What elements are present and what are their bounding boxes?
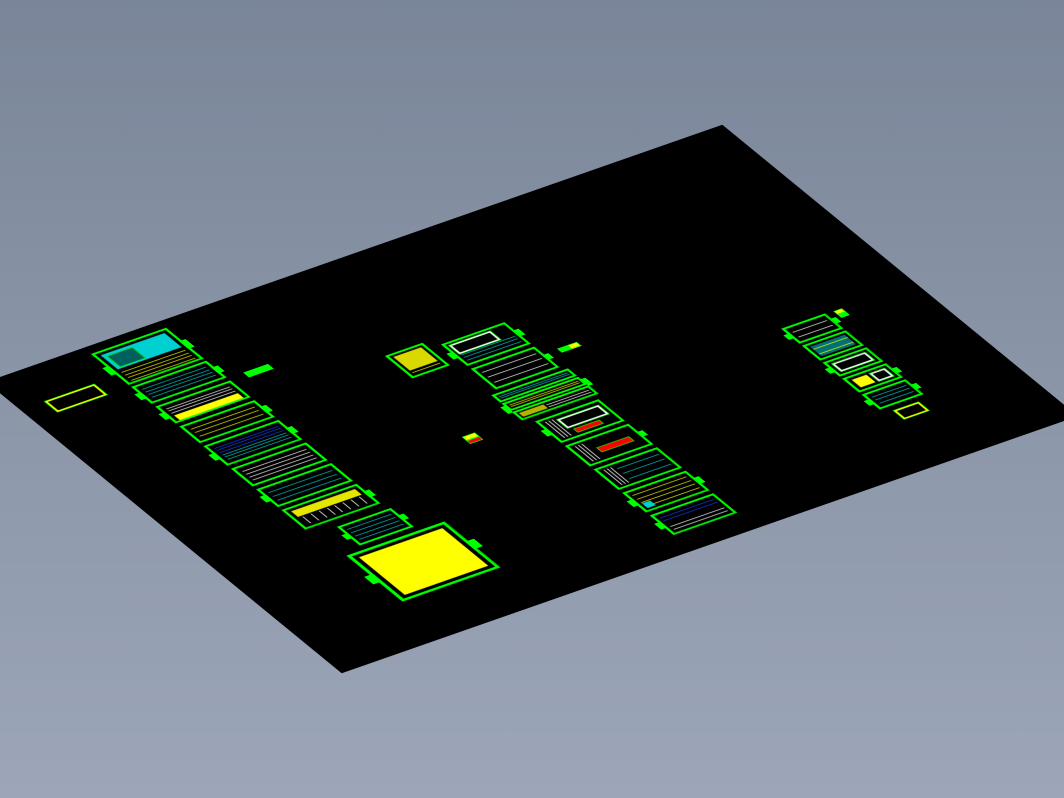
- cad-viewport[interactable]: [0, 0, 1064, 798]
- ann-C: [833, 308, 845, 314]
- ann-B-upper: [557, 345, 571, 352]
- C-6: [894, 402, 929, 419]
- drawing-sheet[interactable]: [0, 125, 1064, 673]
- B-legend: [386, 344, 448, 378]
- side-label: [45, 384, 107, 411]
- C-5: [863, 380, 923, 409]
- ann-A-upper: [243, 364, 273, 377]
